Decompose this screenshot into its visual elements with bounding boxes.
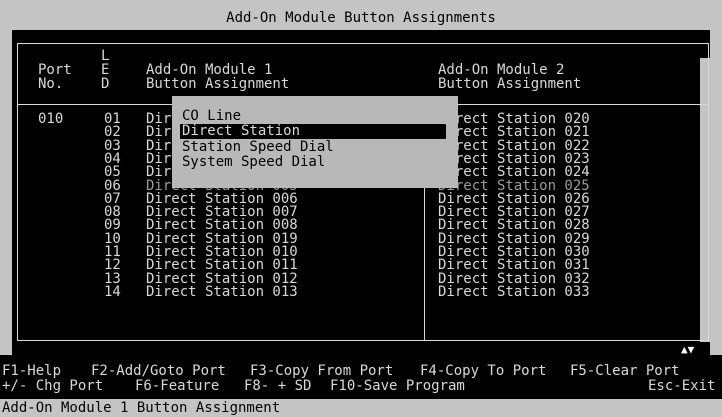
status-text: Add-On Module 1 Button Assignment xyxy=(2,400,281,416)
module2-assignment[interactable]: Direct Station 028 xyxy=(438,218,590,232)
fkey-save-program[interactable]: F10-Save Program xyxy=(330,379,465,393)
port-number: 010 xyxy=(38,111,64,127)
fkey-add-goto-port[interactable]: F2-Add/Goto Port xyxy=(91,364,226,378)
popup-option-station-speed-dial[interactable]: Station Speed Dial xyxy=(180,140,336,155)
fkey-feature[interactable]: F6-Feature xyxy=(135,379,219,393)
module2-assignment[interactable]: Direct Station 024 xyxy=(438,165,590,179)
module1-assignment[interactable]: Direct Station 008 xyxy=(146,218,298,232)
led-number: 05 xyxy=(104,164,121,180)
popup-option-direct-station[interactable]: Direct Station xyxy=(180,124,446,139)
module1-assignment[interactable]: Direct Station 011 xyxy=(146,258,298,272)
led-number: 09 xyxy=(104,217,121,233)
module2-assignment[interactable]: Direct Station 033 xyxy=(438,285,590,299)
title-bar: Add-On Module Button Assignments xyxy=(0,0,722,30)
fkey-help[interactable]: F1-Help xyxy=(2,364,61,378)
fkey-copy-to-port[interactable]: F4-Copy To Port xyxy=(420,364,546,378)
port-header: Port No. xyxy=(38,62,72,92)
scroll-arrows-icon[interactable]: ▲▼ xyxy=(681,343,694,357)
fkey-clear-port[interactable]: F5-Clear Port xyxy=(570,364,680,378)
left-border xyxy=(0,30,12,355)
fkey-speed-dial[interactable]: F8- + SD xyxy=(244,379,311,393)
fkey-copy-from-port[interactable]: F3-Copy From Port xyxy=(250,364,393,378)
right-border xyxy=(710,30,722,355)
led-number: 02 xyxy=(104,124,121,140)
popup-option-co-line[interactable]: CO Line xyxy=(180,109,243,124)
module2-assignment[interactable]: Direct Station 031 xyxy=(438,258,590,272)
fkey-change-port[interactable]: +/- Chg Port xyxy=(2,379,103,393)
status-bar: Add-On Module 1 Button Assignment xyxy=(0,399,722,417)
module2-header: Add-On Module 2 Button Assignment xyxy=(438,62,582,92)
led-number: 14 xyxy=(104,284,121,300)
popup-option-system-speed-dial[interactable]: System Speed Dial xyxy=(180,155,327,170)
led-number: 12 xyxy=(104,257,121,273)
feature-popup-menu[interactable]: CO Line Direct Station Station Speed Dia… xyxy=(172,96,458,188)
module1-header: Add-On Module 1 Button Assignment xyxy=(146,62,290,92)
module1-assignment[interactable]: Direct Station 013 xyxy=(146,285,298,299)
fkey-exit[interactable]: Esc-Exit xyxy=(648,379,715,393)
window-title: Add-On Module Button Assignments xyxy=(226,10,496,26)
module2-assignment[interactable]: Direct Station 021 xyxy=(438,125,590,139)
led-header: LED xyxy=(101,48,110,92)
